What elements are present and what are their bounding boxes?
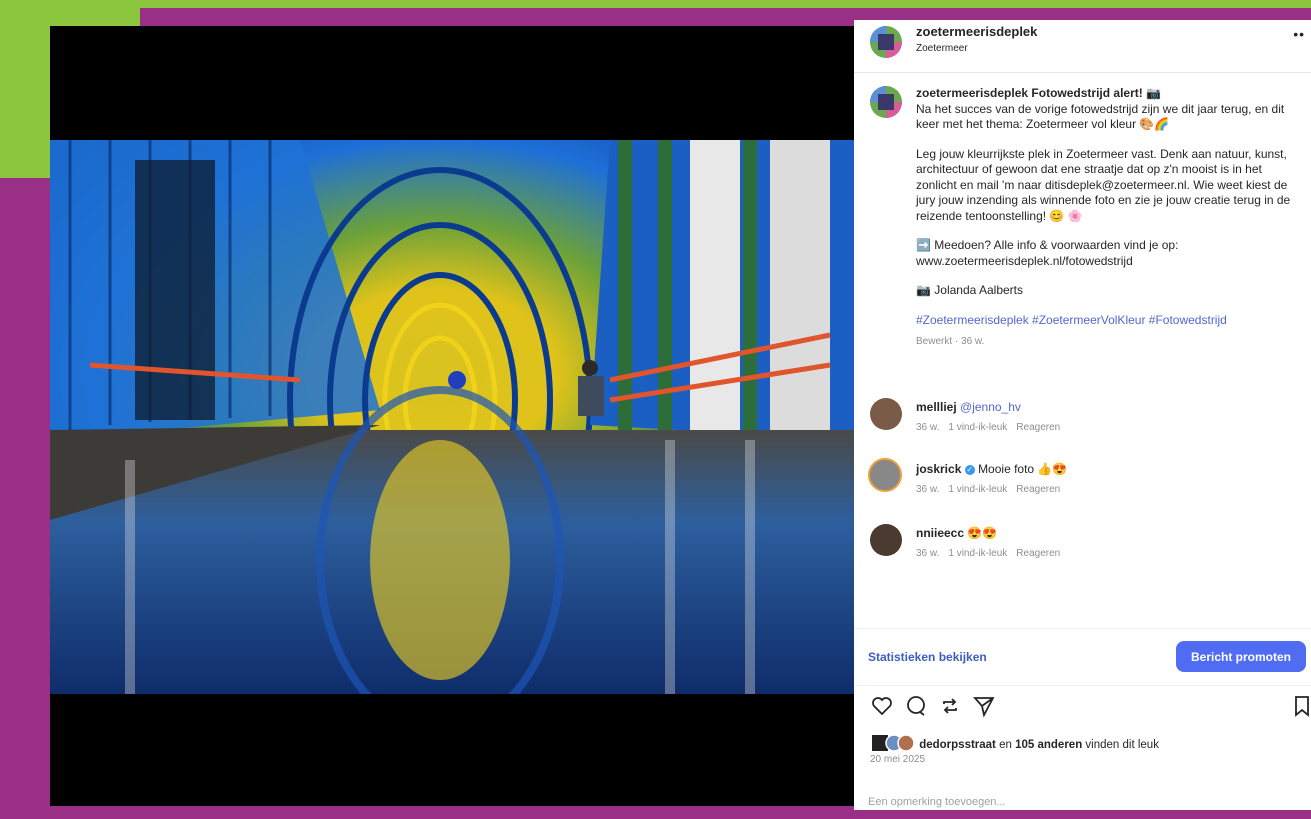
post-header: zoetermeerisdeplek Zoetermeer •• xyxy=(854,20,1311,73)
post-actions xyxy=(866,694,1309,722)
profile-avatar[interactable] xyxy=(870,26,902,58)
comment-username[interactable]: joskrick xyxy=(916,462,961,476)
comment-likes[interactable]: 1 vind-ik-leuk xyxy=(948,422,1007,433)
caption-username[interactable]: zoetermeerisdeplek xyxy=(916,86,1028,100)
comment-item: joskrick ✓ Mooie foto 👍😍 36 w. 1 vind-ik-… xyxy=(854,458,1311,510)
add-comment-input[interactable]: Een opmerking toevoegen... xyxy=(868,796,1006,808)
comment-time: 36 w. xyxy=(916,548,940,559)
post-photo[interactable] xyxy=(50,140,854,694)
ellipsis-icon[interactable]: •• xyxy=(1293,26,1305,42)
liker-username[interactable]: dedorpsstraat xyxy=(919,739,996,751)
promote-post-button[interactable]: Bericht promoten xyxy=(1176,641,1306,672)
repost-icon[interactable] xyxy=(938,694,962,718)
top-green-stripe xyxy=(0,0,1311,8)
bookmark-icon[interactable] xyxy=(1290,694,1311,718)
caption-photo-credit: 📷 Jolanda Aalberts xyxy=(916,283,1024,297)
comment-username[interactable]: mellliej xyxy=(916,400,957,414)
caption-avatar[interactable] xyxy=(870,86,902,118)
comment-text: Mooie foto 👍😍 xyxy=(978,462,1068,476)
view-insights-link[interactable]: Statistieken bekijken xyxy=(868,650,987,664)
comment-text: 😍😍 xyxy=(967,526,998,540)
comment-text[interactable]: @jenno_hv xyxy=(960,400,1021,414)
heart-icon[interactable] xyxy=(870,694,894,718)
comment-avatar[interactable] xyxy=(868,458,902,492)
post-panel: zoetermeerisdeplek Zoetermeer •• zoeterm… xyxy=(854,20,1311,810)
verified-badge-icon: ✓ xyxy=(964,464,975,475)
comment-reply-button[interactable]: Reageren xyxy=(1016,548,1060,559)
post-date: 20 mei 2025 xyxy=(870,754,926,765)
comment-avatar[interactable] xyxy=(870,398,902,430)
comment-reply-button[interactable]: Reageren xyxy=(1016,422,1060,433)
caption-paragraph-2: Leg jouw kleurrijkste plek in Zoetermeer… xyxy=(916,146,1291,223)
comment-username[interactable]: nniieecc xyxy=(916,526,964,540)
comment-icon[interactable] xyxy=(904,694,928,718)
caption-paragraph-3: ➡️ Meedoen? Alle info & voorwaarden vind… xyxy=(916,238,1179,268)
caption-title: Fotowedstrijd alert! 📷 xyxy=(1031,86,1162,100)
caption-paragraph-1: Na het succes van de vorige fotowedstrij… xyxy=(916,101,1285,132)
liker-avatars xyxy=(872,734,915,752)
comment-time: 36 w. xyxy=(916,422,940,433)
comment-reply-button[interactable]: Reageren xyxy=(1016,484,1060,495)
insights-bar: Statistieken bekijken Bericht promoten xyxy=(854,628,1311,686)
header-location[interactable]: Zoetermeer xyxy=(916,43,968,54)
comment-time: 36 w. xyxy=(916,484,940,495)
comment-likes[interactable]: 1 vind-ik-leuk xyxy=(948,548,1007,559)
likes-connector: en xyxy=(999,739,1012,752)
likes-suffix: vinden dit leuk xyxy=(1085,739,1159,752)
comment-avatar[interactable] xyxy=(870,524,902,556)
likes-others[interactable]: 105 anderen xyxy=(1015,739,1082,751)
caption-hashtags[interactable]: #Zoetermeerisdeplek #ZoetermeerVolKleur … xyxy=(916,313,1304,329)
likes-summary[interactable]: dedorpsstraat en 105 anderen vinden dit … xyxy=(872,734,1159,754)
comment-likes[interactable]: 1 vind-ik-leuk xyxy=(948,484,1007,495)
comment-item: mellliej @jenno_hv 36 w. 1 vind-ik-leuk Re… xyxy=(854,398,1311,448)
comment-item: nniieecc 😍😍 36 w. 1 vind-ik-leuk Reageren xyxy=(854,524,1311,574)
post-caption: zoetermeerisdeplek Fotowedstrijd alert! … xyxy=(916,86,1304,364)
share-icon[interactable] xyxy=(972,694,996,718)
photo-panel xyxy=(50,26,854,806)
header-username[interactable]: zoetermeerisdeplek xyxy=(916,24,1037,39)
caption-meta: Bewerkt · 36 w. xyxy=(916,336,985,347)
